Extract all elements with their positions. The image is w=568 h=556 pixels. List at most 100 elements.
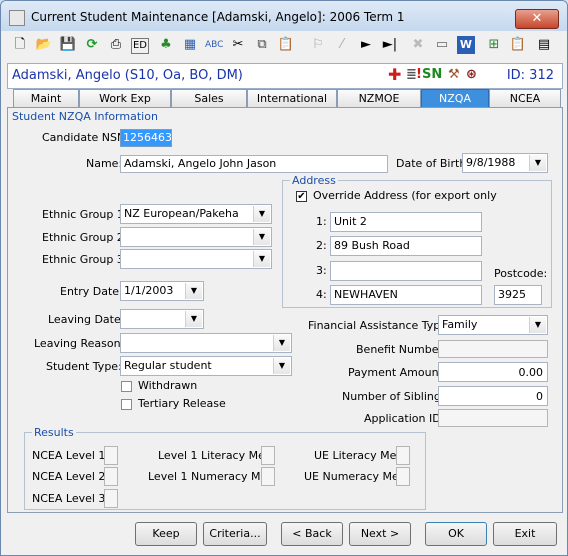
skip-icon[interactable]: ►| bbox=[381, 36, 399, 54]
open-icon[interactable]: 📂 bbox=[35, 36, 53, 54]
medical-cross-icon: ✚ bbox=[388, 65, 402, 84]
ncea-level-3-field[interactable] bbox=[104, 489, 118, 508]
ue-literacy-field[interactable] bbox=[396, 446, 410, 465]
new-icon[interactable]: 🗋 bbox=[11, 36, 29, 54]
ethnic-group-2-combo[interactable]: ▼ bbox=[120, 227, 272, 247]
ethnic-group-1-value: NZ European/Pakeha bbox=[124, 207, 239, 220]
address-line-1-label: 1: bbox=[316, 215, 327, 228]
tertiary-release-checkbox[interactable] bbox=[121, 399, 132, 410]
card-icon[interactable]: ▭ bbox=[433, 36, 451, 54]
ncea-level-2-field[interactable] bbox=[104, 467, 118, 486]
level-1-literacy-label: Level 1 Literacy Met: bbox=[158, 449, 273, 462]
withdrawn-label: Withdrawn bbox=[138, 379, 198, 392]
tab-nzmoe[interactable]: NZMOE bbox=[337, 89, 421, 107]
save-icon[interactable]: 💾 bbox=[59, 36, 77, 54]
address-line-2-field[interactable]: 89 Bush Road bbox=[330, 236, 482, 256]
chevron-down-icon[interactable]: ▼ bbox=[529, 155, 546, 171]
tab-nzqa[interactable]: NZQA bbox=[421, 89, 489, 107]
name-field[interactable]: Adamski, Angelo John Jason bbox=[120, 155, 388, 173]
film-icon[interactable]: ▤ bbox=[535, 36, 553, 54]
chevron-down-icon[interactable]: ▼ bbox=[273, 358, 290, 374]
name-label: Name: bbox=[86, 157, 123, 170]
criteria-button[interactable]: Criteria... bbox=[203, 522, 267, 546]
ethnic-group-3-label: Ethnic Group 3: bbox=[42, 253, 128, 266]
address-title: Address bbox=[290, 174, 338, 187]
level-1-numeracy-field[interactable] bbox=[261, 467, 275, 486]
address-line-4-field[interactable]: NEWHAVEN bbox=[330, 285, 482, 305]
cut-icon[interactable]: ✂ bbox=[229, 36, 247, 54]
clipboard-icon[interactable]: 📋 bbox=[509, 36, 527, 54]
application-id-field[interactable] bbox=[438, 409, 548, 427]
ethnic-group-3-combo[interactable]: ▼ bbox=[120, 249, 272, 269]
address-line-3-field[interactable] bbox=[330, 261, 482, 281]
tab-sales[interactable]: Sales bbox=[171, 89, 247, 107]
student-type-combo[interactable]: Regular student ▼ bbox=[120, 356, 292, 376]
siblings-field[interactable]: 0 bbox=[438, 386, 548, 406]
play-icon[interactable]: ► bbox=[357, 36, 375, 54]
exit-button[interactable]: Exit bbox=[493, 522, 557, 546]
calculator-icon[interactable]: ▦ bbox=[181, 36, 199, 54]
keep-button[interactable]: Keep bbox=[135, 522, 197, 546]
close-button[interactable]: ✕ bbox=[515, 9, 559, 29]
chevron-down-icon[interactable]: ▼ bbox=[529, 317, 546, 333]
postcode-label: Postcode: bbox=[494, 267, 548, 280]
paste-icon[interactable]: 📋 bbox=[277, 36, 295, 54]
leaving-date-combo[interactable]: ▼ bbox=[120, 309, 204, 329]
benefit-number-label: Benefit Number: bbox=[356, 343, 447, 356]
postcode-field[interactable]: 3925 bbox=[494, 285, 542, 305]
benefit-number-field[interactable] bbox=[438, 340, 548, 358]
dob-value: 9/8/1988 bbox=[466, 156, 516, 169]
entry-date-combo[interactable]: 1/1/2003 ▼ bbox=[120, 281, 204, 301]
back-button[interactable]: < Back bbox=[281, 522, 343, 546]
ncea-level-3-label: NCEA Level 3: bbox=[32, 492, 110, 505]
chevron-down-icon[interactable]: ▼ bbox=[185, 311, 202, 327]
withdrawn-checkbox[interactable] bbox=[121, 381, 132, 392]
ue-numeracy-field[interactable] bbox=[396, 467, 410, 486]
dob-combo[interactable]: 9/8/1988 ▼ bbox=[462, 153, 548, 173]
payment-amount-field[interactable]: 0.00 bbox=[438, 362, 548, 382]
ethnic-group-1-combo[interactable]: NZ European/Pakeha ▼ bbox=[120, 204, 272, 224]
tertiary-release-label: Tertiary Release bbox=[138, 397, 226, 410]
refresh-icon[interactable]: ⟳ bbox=[83, 36, 101, 54]
app-window: Current Student Maintenance [Adamski, An… bbox=[0, 0, 568, 556]
address-line-4-label: 4: bbox=[316, 288, 327, 301]
chevron-down-icon[interactable]: ▼ bbox=[253, 229, 270, 245]
chevron-down-icon[interactable]: ▼ bbox=[185, 283, 202, 299]
delete-icon[interactable]: ✖ bbox=[409, 36, 427, 54]
badge-icon: ⊛ bbox=[466, 67, 477, 82]
next-button[interactable]: Next > bbox=[349, 522, 411, 546]
copy-icon[interactable]: ⧉ bbox=[253, 36, 271, 54]
candidate-nsn-field[interactable]: 1256463 bbox=[120, 129, 172, 147]
ncea-level-2-label: NCEA Level 2: bbox=[32, 470, 110, 483]
chevron-down-icon[interactable]: ▼ bbox=[273, 335, 290, 351]
chevron-down-icon[interactable]: ▼ bbox=[253, 206, 270, 222]
results-title: Results bbox=[32, 426, 76, 439]
override-address-checkbox[interactable]: ✔ bbox=[296, 191, 307, 202]
tree-icon[interactable]: ♣ bbox=[157, 36, 175, 54]
ue-literacy-label: UE Literacy Met: bbox=[314, 449, 405, 462]
financial-assistance-combo[interactable]: Family ▼ bbox=[438, 315, 548, 335]
ok-button[interactable]: OK bbox=[425, 522, 487, 546]
leaving-reason-combo[interactable]: ▼ bbox=[120, 333, 292, 353]
spellcheck-icon[interactable]: ABC bbox=[205, 36, 223, 54]
application-id-label: Application ID: bbox=[364, 412, 445, 425]
tab-international[interactable]: International bbox=[247, 89, 337, 107]
ed-icon[interactable]: ED bbox=[131, 38, 149, 54]
tab-maint[interactable]: Maint bbox=[13, 89, 79, 107]
print-icon[interactable]: ⎙ bbox=[107, 36, 125, 54]
grid-icon[interactable]: ⊞ bbox=[485, 36, 503, 54]
chevron-down-icon[interactable]: ▼ bbox=[253, 251, 270, 267]
tab-work-exp[interactable]: Work Exp bbox=[79, 89, 171, 107]
student-type-value: Regular student bbox=[124, 359, 212, 372]
word-icon[interactable]: W bbox=[457, 36, 475, 54]
level-1-literacy-field[interactable] bbox=[261, 446, 275, 465]
line-icon[interactable]: ⁄ bbox=[333, 36, 351, 54]
address-line-1-field[interactable]: Unit 2 bbox=[330, 212, 482, 232]
ncea-level-1-field[interactable] bbox=[104, 446, 118, 465]
ue-numeracy-label: UE Numeracy Met: bbox=[304, 470, 407, 483]
flag-icon[interactable]: ⚐ bbox=[309, 36, 327, 54]
student-id: ID: 312 bbox=[506, 68, 554, 83]
ethnic-group-2-label: Ethnic Group 2: bbox=[42, 231, 128, 244]
section-title: Student NZQA Information bbox=[12, 110, 158, 123]
tab-ncea[interactable]: NCEA bbox=[489, 89, 561, 107]
